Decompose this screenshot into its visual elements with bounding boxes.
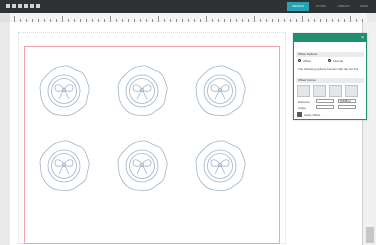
- tool-icon[interactable]: [36, 4, 40, 8]
- panel-toolbar: [297, 44, 363, 57]
- square-corner-button[interactable]: [297, 85, 310, 97]
- distance-slider[interactable]: [316, 99, 334, 103]
- internal-radio-label: Internal: [333, 59, 344, 63]
- apply-offset-label[interactable]: Apply Offset: [304, 113, 320, 117]
- wax-seal-4[interactable]: [35, 137, 93, 195]
- distance-label: Distance: [298, 100, 310, 104]
- tab-library[interactable]: LIBRARY: [333, 2, 355, 11]
- corner-section-header: Offset Corner: [296, 78, 364, 83]
- tool-icon[interactable]: [24, 4, 28, 8]
- tool-icon[interactable]: [6, 4, 10, 8]
- internal-radio[interactable]: [328, 59, 331, 62]
- tab-store[interactable]: STORE: [310, 2, 332, 11]
- offset-radio-label: Offset: [303, 59, 311, 63]
- wax-seal-2[interactable]: [113, 62, 171, 120]
- ruler-corner: [0, 13, 10, 22]
- angle-input[interactable]: [338, 105, 356, 109]
- angle-slider[interactable]: [316, 105, 334, 109]
- close-icon[interactable]: ×: [361, 34, 364, 42]
- panel-note: The following options interact with the …: [298, 67, 359, 71]
- corner-shape-options: [297, 85, 363, 97]
- tool-icon[interactable]: [30, 4, 34, 8]
- distance-input[interactable]: 0.035 in: [338, 99, 356, 103]
- angle-label: Angle: [298, 106, 306, 110]
- round-corner-button[interactable]: [313, 85, 326, 97]
- tool-icon[interactable]: [18, 4, 22, 8]
- circle-corner-button[interactable]: [329, 85, 342, 97]
- tab-send[interactable]: SEND: [354, 2, 374, 11]
- panel-title: Offset Options: [296, 52, 364, 57]
- octagon-corner-button[interactable]: [345, 85, 358, 97]
- offset-radio[interactable]: [298, 59, 301, 62]
- vertical-ruler: [0, 22, 10, 245]
- offset-panel: × Offset Options Offset Internal The fol…: [293, 33, 367, 120]
- title-bar: DESIGN STORE LIBRARY SEND: [0, 0, 376, 13]
- tab-design[interactable]: DESIGN: [287, 2, 309, 11]
- wax-seal-5[interactable]: [113, 137, 171, 195]
- wax-seal-3[interactable]: [191, 62, 249, 120]
- panel-header: ×: [294, 34, 366, 42]
- wax-seal-6[interactable]: [191, 137, 249, 195]
- wax-seal-1[interactable]: [35, 62, 93, 120]
- scroll-thumb[interactable]: [366, 227, 374, 243]
- apply-offset-icon[interactable]: [297, 112, 302, 117]
- tool-icon[interactable]: [12, 4, 16, 8]
